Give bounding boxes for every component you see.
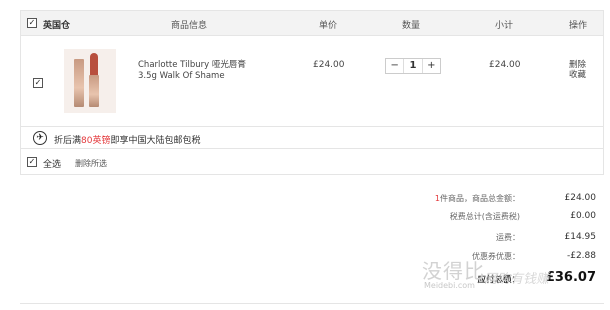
product-name[interactable]: Charlotte Tilbury 哑光唇膏 3.5g Walk Of Sham…: [138, 60, 268, 82]
delete-selected-link[interactable]: 删除所选: [75, 158, 107, 169]
summary-shipping-row: 运费： £14.95: [380, 232, 596, 246]
product-name-line1: Charlotte Tilbury 哑光唇膏: [138, 60, 246, 70]
bottom-divider: [20, 303, 604, 304]
summary-coupon-value: -£2.88: [566, 251, 596, 261]
summary-items-row: 1件商品，商品总金额： £24.00: [380, 193, 596, 207]
quantity-input[interactable]: 1: [403, 59, 423, 73]
summary-items-text: 件商品，商品总金额：: [440, 194, 520, 203]
promo-text-after: 即享中国大陆包邮包税: [110, 136, 201, 146]
summary-shipping-value: £14.95: [564, 232, 597, 242]
cart-footer: ✓ 全选 删除所选: [21, 149, 603, 175]
cart-item-row: ✓ Charlotte Tilbury 哑光唇膏 3.5g Walk Of Sh…: [21, 36, 603, 127]
column-subtotal: 小计: [495, 21, 514, 31]
watermark-brand: 没得比: [422, 259, 485, 283]
promo-text-before: 折后满: [54, 136, 82, 146]
column-operations: 操作: [569, 21, 588, 31]
cart-table: ✓ 英国仓 商品信息 单价 数量 小计 操作 ✓ Charlotte Tilbu…: [20, 10, 604, 175]
watermark-slogan: 网购有钱赚: [484, 272, 550, 287]
favorite-link[interactable]: 收藏: [569, 70, 586, 80]
item-subtotal: £24.00: [489, 60, 521, 70]
summary-coupon-row: 优惠券优惠： -£2.88: [380, 251, 596, 265]
airplane-icon: ✈: [33, 131, 47, 145]
product-image[interactable]: [64, 49, 116, 113]
column-price: 单价: [319, 21, 338, 31]
quantity-stepper: − 1 +: [385, 58, 441, 74]
promo-text: 折后满80英镑即享中国大陆包邮包税: [54, 133, 200, 146]
summary-items-total: £24.00: [564, 193, 597, 203]
product-name-line2: 3.5g Walk Of Shame: [138, 71, 225, 81]
summary-tax-row: 税费总计(含运费税) £0.00: [380, 211, 596, 225]
shipping-promo: ✈ 折后满80英镑即享中国大陆包邮包税: [21, 127, 603, 149]
item-checkbox[interactable]: ✓: [33, 78, 43, 88]
column-product: 商品信息: [171, 21, 208, 31]
delete-link[interactable]: 删除: [569, 60, 586, 70]
cart-header: ✓ 英国仓 商品信息 单价 数量 小计 操作: [21, 11, 603, 36]
watermark-domain: Meidebi.com: [424, 281, 475, 290]
warehouse-label: 英国仓: [43, 21, 71, 31]
select-all-checkbox[interactable]: ✓: [27, 157, 37, 167]
summary-tax-value: £0.00: [570, 211, 596, 221]
unit-price: £24.00: [313, 60, 345, 70]
decrease-button[interactable]: −: [386, 59, 403, 73]
select-all-label[interactable]: 全选: [43, 157, 61, 170]
summary-shipping-label: 运费：: [496, 233, 520, 242]
lipstick-tube-shape-2: [89, 75, 99, 107]
summary-tax-label: 税费总计(含运费税): [449, 212, 520, 221]
summary-items-label: 1件商品，商品总金额：: [435, 193, 520, 204]
lipstick-tube-shape: [74, 59, 84, 107]
column-quantity: 数量: [402, 21, 421, 31]
lipstick-bullet-shape: [90, 53, 98, 75]
summary-payable-value: £36.07: [545, 270, 596, 285]
promo-threshold: 80英镑: [81, 136, 111, 146]
warehouse-checkbox[interactable]: ✓: [27, 18, 37, 28]
item-operations: 删除 收藏: [569, 60, 586, 80]
increase-button[interactable]: +: [423, 59, 440, 73]
